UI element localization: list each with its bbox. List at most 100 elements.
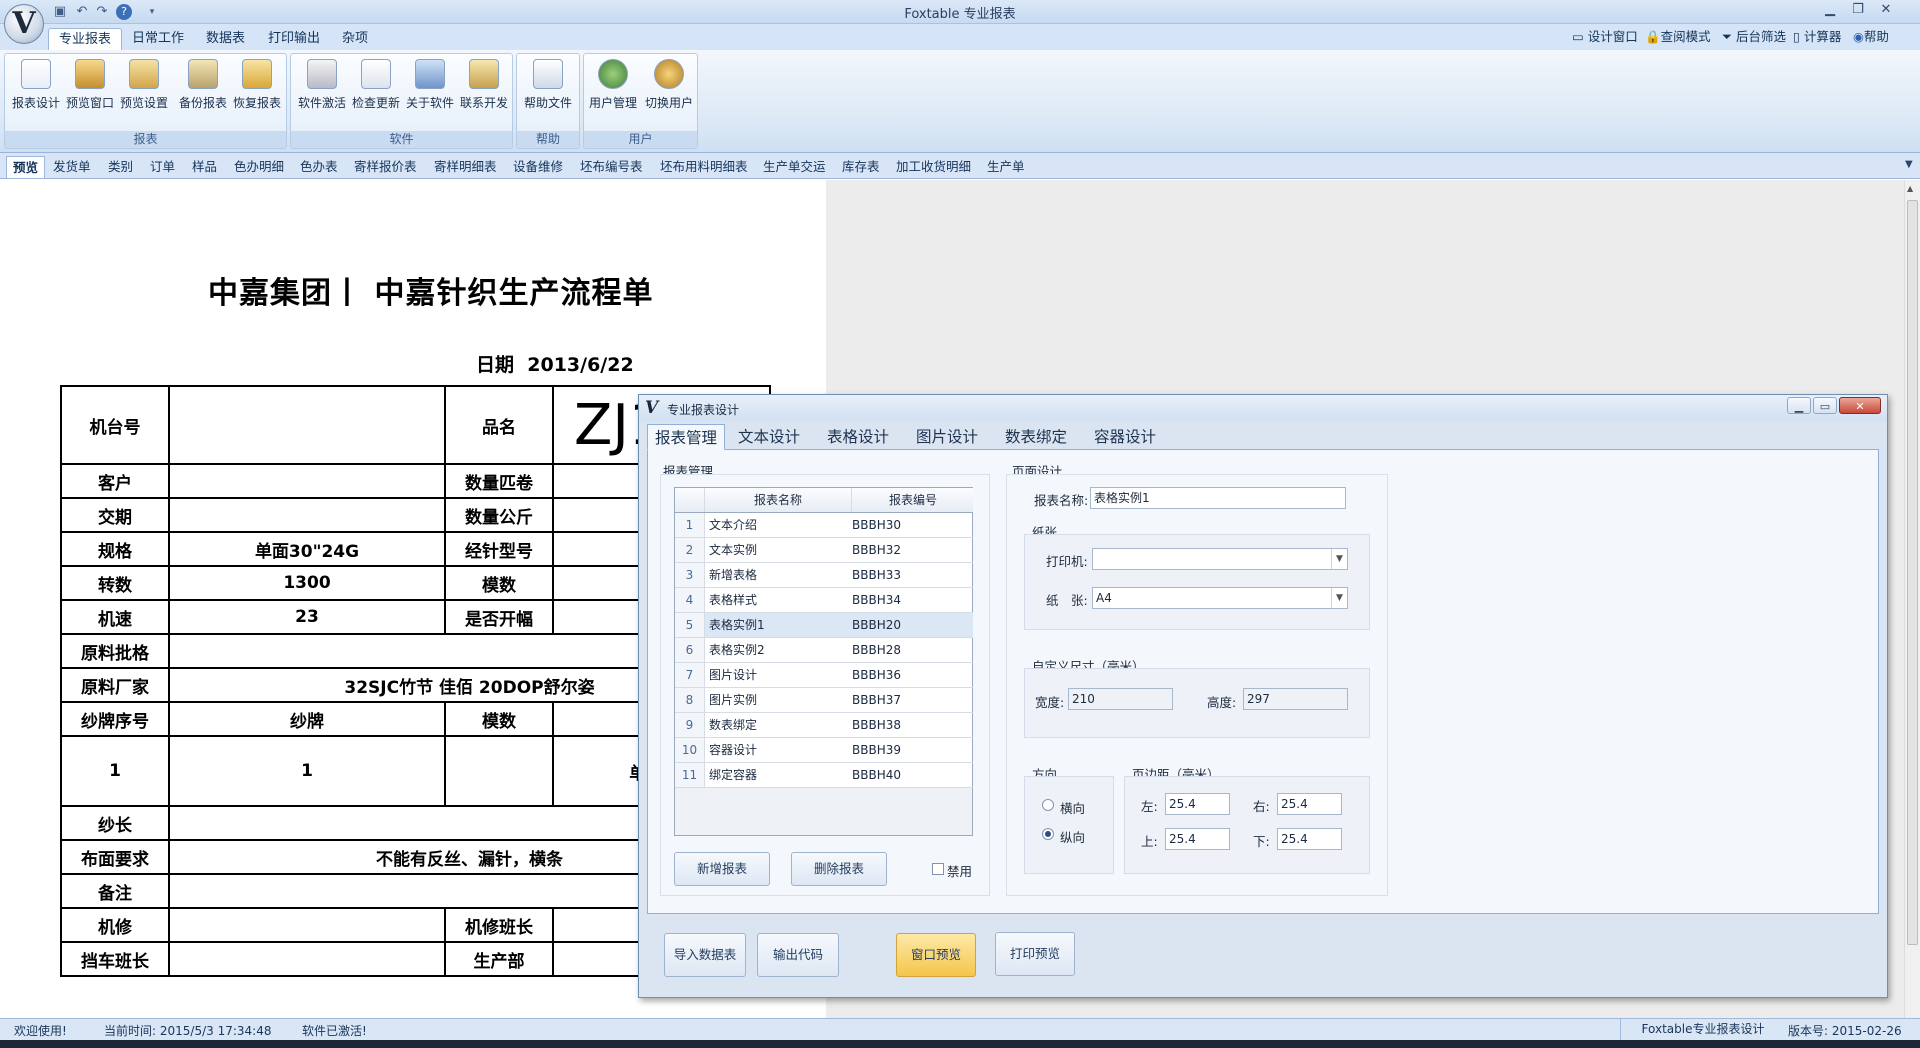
activate-software-button[interactable]: 软件激活 [295, 57, 349, 119]
backup-report-button[interactable]: 备份报表 [176, 57, 230, 119]
doctab-item[interactable]: 加工收货明细 [890, 156, 977, 178]
help-file-button[interactable]: 帮助文件 [521, 57, 575, 119]
table-row[interactable]: 11 绑定容器 BBBH40 [675, 763, 973, 788]
tab-print-output[interactable]: 打印输出 [258, 28, 330, 50]
close-icon[interactable]: ✕ [1873, 1, 1899, 19]
preview-settings-button[interactable]: 预览设置 [117, 57, 171, 119]
design-window-link[interactable]: ▭ 设计窗口 [1572, 29, 1638, 45]
about-button[interactable]: 关于软件 [403, 57, 457, 119]
width-input[interactable]: 210 [1068, 688, 1173, 710]
report-name-input[interactable]: 表格实例1 [1090, 487, 1346, 509]
help-link[interactable]: ◉帮助 [1853, 29, 1889, 45]
update-icon [361, 59, 391, 89]
doctab-item[interactable]: 生产单 [981, 156, 1031, 178]
table-row[interactable]: 1 文本介绍 BBBH30 [675, 513, 973, 538]
paper-select[interactable]: A4 ▼ [1092, 587, 1348, 609]
tab-text-design[interactable]: 文本设计 [731, 424, 807, 450]
bottom-margin-input[interactable]: 25.4 [1277, 828, 1342, 850]
table-row[interactable]: 10 容器设计 BBBH39 [675, 738, 973, 763]
portrait-radio[interactable] [1042, 828, 1054, 844]
table-row[interactable]: 6 表格实例2 BBBH28 [675, 638, 973, 663]
report-name-cell: 容器设计 [709, 743, 758, 757]
doctab-item[interactable]: 订单 [144, 156, 181, 178]
scroll-up-icon[interactable]: ▲ [1907, 184, 1913, 193]
preview-window-button[interactable]: 预览窗口 [63, 57, 117, 119]
delete-report-button[interactable]: 删除报表 [791, 852, 887, 886]
tab-container-design[interactable]: 容器设计 [1087, 424, 1163, 450]
tab-misc[interactable]: 杂项 [332, 28, 378, 50]
table-row[interactable]: 7 图片设计 BBBH36 [675, 663, 973, 688]
dialog-close-icon[interactable]: ✕ [1839, 397, 1881, 414]
window-preview-button[interactable]: 窗口预览 [896, 933, 976, 977]
export-code-button[interactable]: 输出代码 [757, 933, 839, 977]
tab-overflow-icon[interactable]: ▼ [1905, 159, 1913, 170]
doctab-item[interactable]: 色办表 [294, 156, 344, 178]
doctab-item[interactable]: 生产单交运 [757, 156, 832, 178]
doctab-item[interactable]: 发货单 [47, 156, 97, 178]
top-margin-input[interactable]: 25.4 [1165, 828, 1230, 850]
dialog-maximize-icon[interactable]: ▭ [1813, 397, 1837, 414]
col-header-name[interactable]: 报表名称 [705, 488, 852, 512]
width-label: 宽度: [1035, 695, 1065, 710]
activate-icon [307, 59, 337, 89]
tab-image-design[interactable]: 图片设计 [909, 424, 985, 450]
import-table-button[interactable]: 导入数据表 [664, 933, 746, 977]
doctab-item[interactable]: 寄样报价表 [348, 156, 423, 178]
restore-icon[interactable]: ❐ [1845, 1, 1871, 19]
check-update-button[interactable]: 检查更新 [349, 57, 403, 119]
tab-professional-report[interactable]: 专业报表 [48, 28, 123, 50]
doctab-item[interactable]: 寄样明细表 [428, 156, 503, 178]
printer-select[interactable]: ▼ [1092, 548, 1348, 570]
dialog-minimize-icon[interactable]: ▁ [1787, 397, 1811, 414]
doctab-item[interactable]: 坯布用料明细表 [654, 156, 754, 178]
tab-daily-work[interactable]: 日常工作 [122, 28, 194, 50]
scroll-thumb[interactable] [1907, 200, 1918, 945]
current-time: 当前时间: 2015/5/3 17:34:48 [104, 1024, 272, 1038]
right-margin-input[interactable]: 25.4 [1277, 793, 1342, 815]
restore-report-button[interactable]: 恢复报表 [230, 57, 284, 119]
left-margin-input[interactable]: 25.4 [1165, 793, 1230, 815]
background-filter-link[interactable]: ⏷ 后台筛选 [1722, 29, 1786, 45]
table-row[interactable]: 8 图片实例 BBBH37 [675, 688, 973, 713]
group-software: 软件激活 检查更新 关于软件 联系开发 软件 [290, 53, 513, 149]
add-report-button[interactable]: 新增报表 [674, 852, 770, 886]
report-design-button[interactable]: 报表设计 [9, 57, 63, 119]
tab-data-table[interactable]: 数据表 [196, 28, 255, 50]
group-caption: 用户 [584, 131, 697, 148]
vertical-scrollbar[interactable]: ▲ [1904, 180, 1920, 1018]
doctab-item[interactable]: 设备维修 [507, 156, 569, 178]
user-management-button[interactable]: 用户管理 [586, 57, 640, 119]
chevron-down-icon[interactable]: ▼ [1331, 588, 1347, 608]
doctab-item[interactable]: 库存表 [836, 156, 886, 178]
table-row[interactable]: 9 数表绑定 BBBH38 [675, 713, 973, 738]
app-logo[interactable]: V [4, 4, 44, 44]
doctab-item[interactable]: 坯布编号表 [574, 156, 649, 178]
print-preview-button[interactable]: 打印预览 [995, 932, 1075, 976]
height-input[interactable]: 297 [1243, 688, 1348, 710]
group-report: 报表设计 预览窗口 预览设置 备份报表 恢复报表 报表 [4, 53, 287, 149]
chevron-down-icon[interactable]: ▼ [1331, 549, 1347, 569]
minimize-icon[interactable]: ▁ [1817, 1, 1843, 19]
doctab-item[interactable]: 样品 [186, 156, 223, 178]
doctab-preview[interactable]: 预览 [6, 156, 46, 178]
left-margin-label: 左: [1141, 799, 1158, 814]
contact-developer-button[interactable]: 联系开发 [457, 57, 511, 119]
table-row[interactable]: 4 表格样式 BBBH34 [675, 588, 973, 613]
landscape-radio[interactable] [1042, 799, 1054, 815]
calculator-link[interactable]: ▯ 计算器 [1793, 29, 1841, 45]
doctab-item[interactable]: 色办明细 [228, 156, 290, 178]
table-row[interactable]: 5 表格实例1 BBBH20 [675, 613, 973, 638]
dialog-title-bar[interactable]: V 专业报表设计 ▁ ▭ ✕ [639, 395, 1887, 421]
group-caption: 软件 [291, 131, 512, 148]
table-row[interactable]: 3 新增表格 BBBH33 [675, 563, 973, 588]
tab-table-design[interactable]: 表格设计 [820, 424, 896, 450]
tab-data-binding[interactable]: 数表绑定 [998, 424, 1074, 450]
disable-checkbox[interactable] [932, 863, 944, 875]
switch-user-button[interactable]: 切换用户 [642, 57, 696, 119]
tab-report-management[interactable]: 报表管理 [647, 424, 726, 450]
doctab-item[interactable]: 类别 [102, 156, 139, 178]
table-row[interactable]: 2 文本实例 BBBH32 [675, 538, 973, 563]
disable-label: 禁用 [947, 864, 973, 879]
view-mode-link[interactable]: 🔒查阅模式 [1645, 29, 1711, 45]
col-header-code[interactable]: 报表编号 [853, 488, 973, 512]
